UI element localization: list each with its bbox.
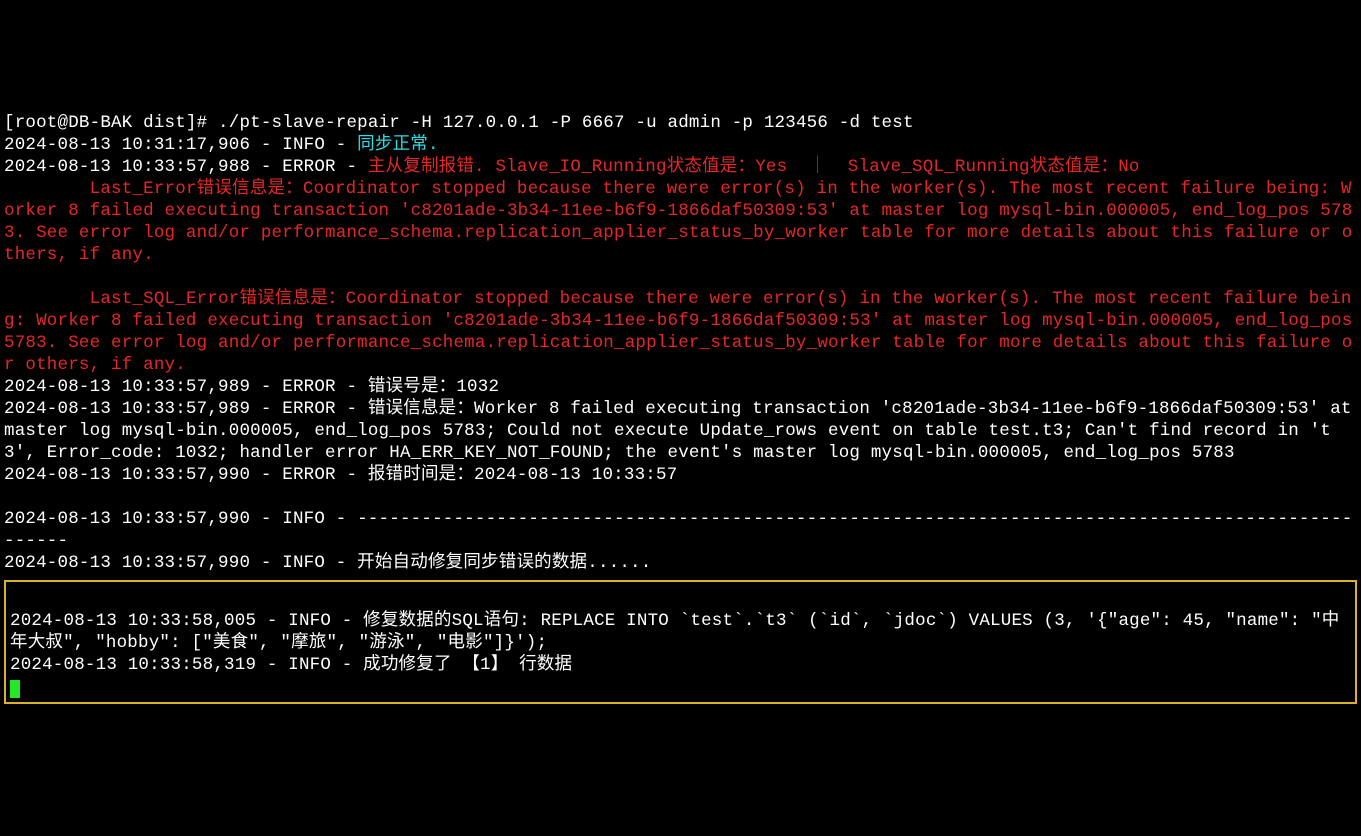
- last-sql-error-block: Last_SQL_Error错误信息是：Coordinator stopped …: [4, 289, 1361, 375]
- highlight-box: 2024-08-13 10:33:58,005 - INFO - 修复数据的SQ…: [4, 580, 1357, 704]
- shell-command: ./pt-slave-repair -H 127.0.0.1 -P 6667 -…: [218, 113, 914, 133]
- log-line: 2024-08-13 10:33:57,989 - ERROR - 错误号是：1…: [4, 377, 499, 397]
- log-error-msg: 主从复制报错. Slave_IO_Running状态值是：Yes ｜ Slave…: [368, 157, 1140, 177]
- terminal-output: [root@DB-BAK dist]# ./pt-slave-repair -H…: [4, 90, 1357, 726]
- fix-sql-line: 2024-08-13 10:33:58,005 - INFO - 修复数据的SQ…: [10, 611, 1340, 653]
- log-line: 2024-08-13 10:33:57,990 - ERROR - 报错时间是：…: [4, 465, 677, 485]
- log-line: 2024-08-13 10:33:57,990 - INFO - 开始自动修复同…: [4, 553, 651, 573]
- log-line: 2024-08-13 10:33:57,989 - ERROR - 错误信息是：…: [4, 399, 1361, 463]
- log-info-msg: 同步正常.: [357, 135, 439, 155]
- shell-prompt: [root@DB-BAK dist]#: [4, 113, 218, 133]
- log-separator: 2024-08-13 10:33:57,990 - INFO - -------…: [4, 509, 1352, 551]
- log-timestamp: 2024-08-13 10:33:57,988 - ERROR -: [4, 157, 368, 177]
- last-error-block: Last_Error错误信息是：Coordinator stopped beca…: [4, 179, 1352, 265]
- log-timestamp: 2024-08-13 10:31:17,906 - INFO -: [4, 135, 357, 155]
- cursor: [10, 680, 20, 698]
- fix-result-line: 2024-08-13 10:33:58,319 - INFO - 成功修复了 【…: [10, 655, 572, 675]
